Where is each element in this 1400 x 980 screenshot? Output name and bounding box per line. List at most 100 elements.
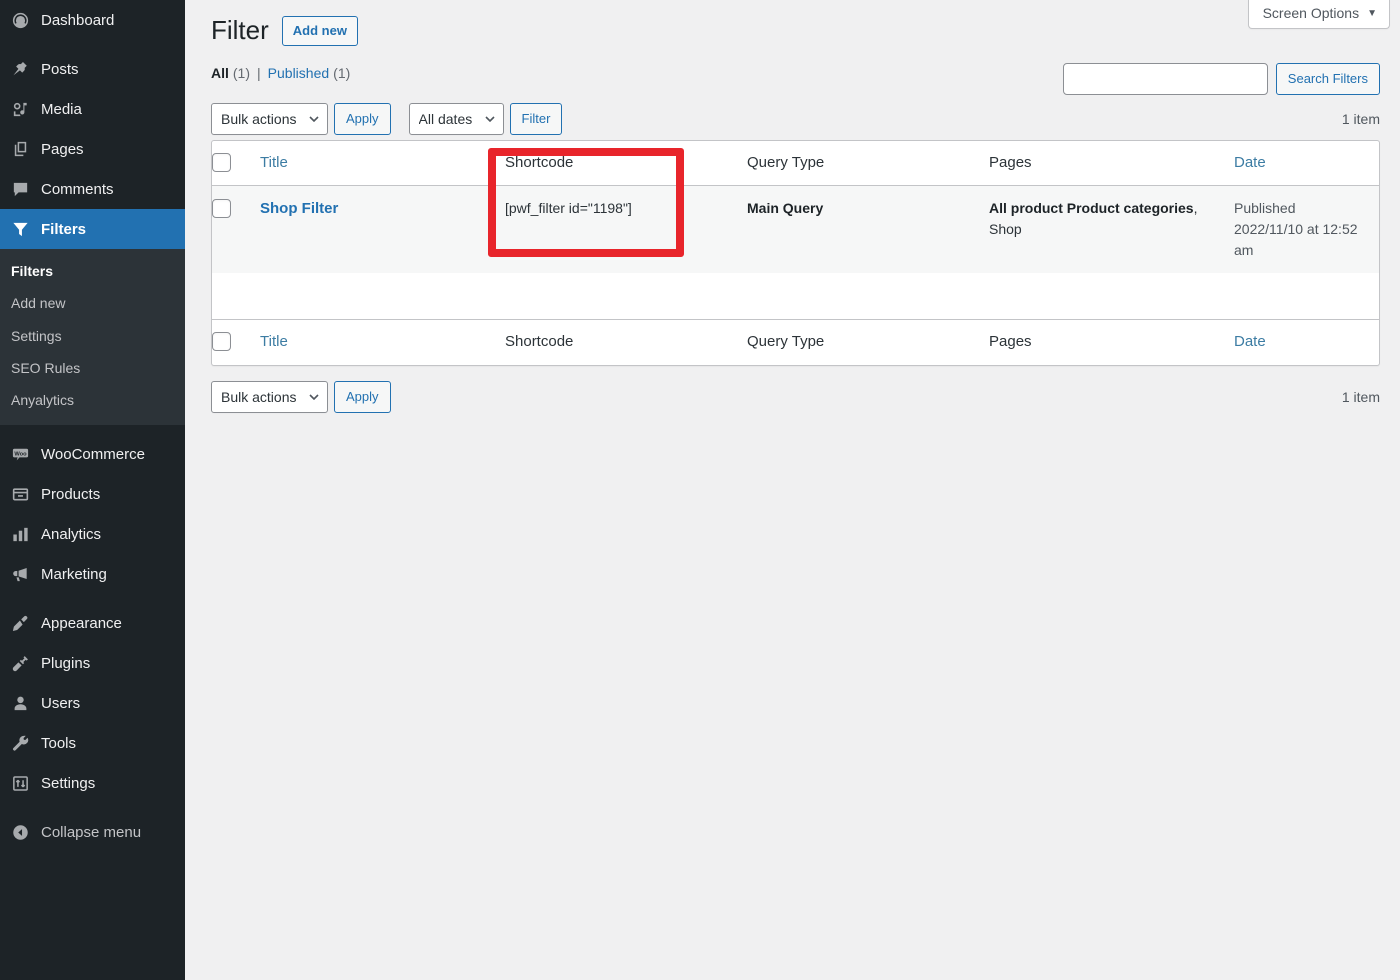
sidebar-item-label: Plugins [41, 654, 91, 672]
sidebar-item-woocommerce[interactable]: Woo WooCommerce [0, 434, 185, 474]
sidebar-item-label: Appearance [41, 614, 122, 632]
dashboard-icon [11, 11, 37, 30]
sidebar-item-marketing[interactable]: Marketing [0, 554, 185, 594]
sidebar-item-dashboard[interactable]: Dashboard [0, 0, 185, 40]
sort-by-title-link-footer[interactable]: Title [260, 333, 288, 350]
sidebar-item-media[interactable]: Media [0, 89, 185, 129]
sidebar-item-analytics[interactable]: Analytics [0, 514, 185, 554]
bulk-actions-select-bottom-wrap: Bulk actions [211, 380, 328, 413]
sidebar-item-label: Filters [41, 220, 87, 238]
search-input[interactable] [1062, 62, 1268, 95]
sidebar-item-label: Posts [41, 60, 79, 78]
wordpress-admin-screen: Dashboard Posts Media Pages Comments Fil… [0, 0, 1400, 980]
bulk-actions-select-top[interactable]: Bulk actions [211, 102, 328, 135]
row-query-type-cell: Main Query [747, 186, 989, 274]
tablenav-actions-top: Bulk actions Apply All dates Filter [211, 102, 563, 135]
table-row[interactable]: Shop Filter [pwf_filter id="1198"] Main … [212, 186, 1379, 274]
plug-icon [11, 654, 37, 673]
row-title-link[interactable]: Shop Filter [260, 200, 338, 217]
sidebar-item-users[interactable]: Users [0, 683, 185, 723]
table-head: Title Shortcode Query Type Pages Date [212, 141, 1379, 187]
sidebar-item-appearance[interactable]: Appearance [0, 603, 185, 643]
submenu-item-seo-rules[interactable]: SEO Rules [0, 352, 185, 384]
date-filter-select[interactable]: All dates [408, 102, 504, 135]
sidebar-item-settings[interactable]: Settings [0, 763, 185, 803]
sidebar-item-label: Media [41, 100, 82, 118]
post-status-views: All (1) | Published (1) [211, 59, 350, 87]
submenu-item-settings[interactable]: Settings [0, 320, 185, 352]
row-pages-primary: All product Product categories [989, 200, 1194, 217]
screen-options-tab[interactable]: Screen Options ▼ [1247, 0, 1390, 29]
filter-button[interactable]: Filter [509, 102, 563, 135]
user-icon [11, 694, 37, 713]
sidebar-item-plugins[interactable]: Plugins [0, 643, 185, 683]
sidebar-item-label: Users [41, 694, 81, 712]
column-footer-shortcode: Shortcode [505, 319, 747, 365]
tablenav-actions-bottom: Bulk actions Apply [211, 380, 391, 413]
sidebar-item-label: Comments [41, 180, 114, 198]
view-separator: | [257, 64, 261, 81]
view-all[interactable]: All (1) | [211, 59, 268, 87]
collapse-menu-label: Collapse menu [41, 823, 142, 841]
bulk-actions-select-top-wrap: Bulk actions [211, 102, 328, 135]
select-all-checkbox-bottom[interactable] [212, 332, 231, 352]
select-all-checkbox-top[interactable] [212, 152, 231, 172]
view-all-count: (1) [232, 64, 251, 81]
collapse-menu-button[interactable]: Collapse menu [0, 812, 185, 852]
sliders-icon [11, 774, 37, 793]
sort-by-title-link[interactable]: Title [260, 154, 288, 171]
sidebar-item-label: Tools [41, 734, 77, 752]
displaying-count-bottom: 1 item [1341, 388, 1380, 405]
column-header-title[interactable]: Title [260, 141, 505, 187]
sidebar-item-label: Analytics [41, 525, 102, 543]
table-header-row: Title Shortcode Query Type Pages Date [212, 141, 1379, 187]
admin-sidebar: Dashboard Posts Media Pages Comments Fil… [0, 0, 193, 980]
sidebar-item-label: WooCommerce [41, 445, 145, 463]
search-filters-button[interactable]: Search Filters [1275, 62, 1380, 95]
filters-submenu: Filters Add new Settings SEO Rules Anyal… [0, 249, 185, 426]
sidebar-divider [0, 594, 185, 603]
svg-text:Woo: Woo [14, 451, 27, 457]
sidebar-item-filters[interactable]: Filters [0, 209, 193, 249]
sidebar-item-label: Products [41, 485, 101, 503]
sidebar-divider [0, 425, 185, 434]
view-all-link[interactable]: All [211, 59, 229, 87]
sort-by-date-link[interactable]: Date [1234, 154, 1266, 171]
select-all-footer [212, 319, 260, 365]
sidebar-item-tools[interactable]: Tools [0, 723, 185, 763]
sidebar-item-comments[interactable]: Comments [0, 169, 185, 209]
sidebar-item-posts[interactable]: Posts [0, 49, 185, 89]
column-header-date[interactable]: Date [1234, 141, 1379, 187]
add-new-button[interactable]: Add new [281, 15, 358, 47]
view-published[interactable]: Published (1) [268, 59, 351, 87]
row-pages-cell: All product Product categories, Shop [989, 186, 1234, 274]
row-title-cell: Shop Filter [260, 186, 505, 274]
chevron-down-icon: ▼ [1367, 7, 1377, 19]
submenu-item-anyalytics[interactable]: Anyalytics [0, 384, 185, 416]
column-footer-date[interactable]: Date [1234, 319, 1379, 365]
search-box: Search Filters [1062, 62, 1380, 95]
sidebar-item-products[interactable]: Products [0, 474, 185, 514]
sort-by-date-link-footer[interactable]: Date [1234, 333, 1266, 350]
apply-button-bottom[interactable]: Apply [334, 380, 391, 413]
submenu-item-add-new[interactable]: Add new [0, 287, 185, 319]
displaying-count-top: 1 item [1341, 110, 1380, 127]
row-checkbox[interactable] [212, 199, 231, 219]
tablenav-bottom: Bulk actions Apply 1 item [211, 376, 1380, 418]
spacer-cell [212, 273, 1379, 319]
tablenav-top: Bulk actions Apply All dates Filter 1 it… [211, 98, 1380, 140]
page-title: Filter [211, 15, 269, 45]
wrench-icon [11, 734, 37, 753]
row-query-type-value: Main Query [747, 200, 824, 217]
sidebar-item-pages[interactable]: Pages [0, 129, 185, 169]
column-header-shortcode: Shortcode [505, 141, 747, 187]
woocommerce-icon: Woo [11, 445, 37, 464]
bulk-actions-select-bottom[interactable]: Bulk actions [211, 380, 328, 413]
view-published-count: (1) [333, 64, 351, 81]
apply-button-top[interactable]: Apply [334, 102, 391, 135]
view-published-link[interactable]: Published [268, 59, 330, 87]
row-date-value: 2022/11/10 at 12:52 am [1234, 221, 1358, 259]
column-footer-title[interactable]: Title [260, 319, 505, 365]
paintbrush-icon [11, 614, 37, 633]
submenu-item-filters[interactable]: Filters [0, 255, 185, 287]
